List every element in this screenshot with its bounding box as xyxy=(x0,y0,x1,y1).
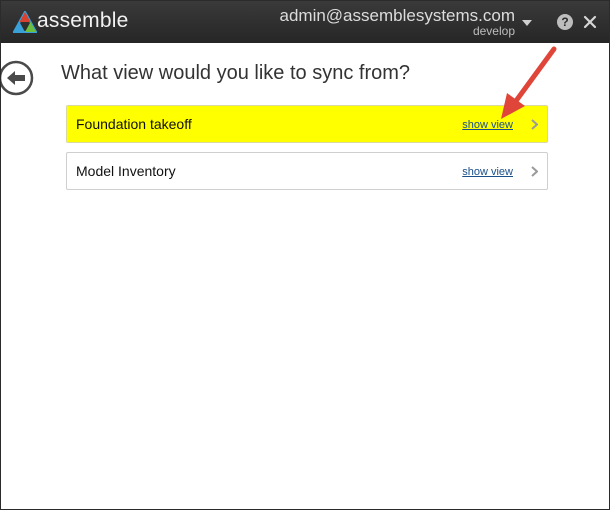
view-item-foundation-takeoff[interactable]: Foundation takeoff show view xyxy=(66,105,548,143)
page-title: What view would you like to sync from? xyxy=(61,62,411,84)
close-icon[interactable] xyxy=(583,15,597,29)
back-arrow-icon[interactable] xyxy=(0,60,34,96)
chevron-down-icon[interactable] xyxy=(521,19,533,27)
view-item-label: Foundation takeoff xyxy=(76,116,192,132)
app-window: assemble admin@assemblesystems.com devel… xyxy=(0,0,610,510)
show-view-link[interactable]: show view xyxy=(462,166,513,178)
environment-label: develop xyxy=(472,24,515,38)
help-icon[interactable]: ? xyxy=(557,14,573,30)
user-email[interactable]: admin@assemblesystems.com xyxy=(280,6,516,26)
view-item-model-inventory[interactable]: Model Inventory show view xyxy=(66,152,548,190)
app-logo-text: assemble xyxy=(37,9,129,32)
chevron-right-icon xyxy=(531,119,538,130)
title-bar: assemble admin@assemblesystems.com devel… xyxy=(1,1,609,43)
show-view-link[interactable]: show view xyxy=(462,119,513,131)
assemble-logo-icon xyxy=(13,11,37,33)
chevron-right-icon xyxy=(531,166,538,177)
view-item-label: Model Inventory xyxy=(76,163,176,179)
